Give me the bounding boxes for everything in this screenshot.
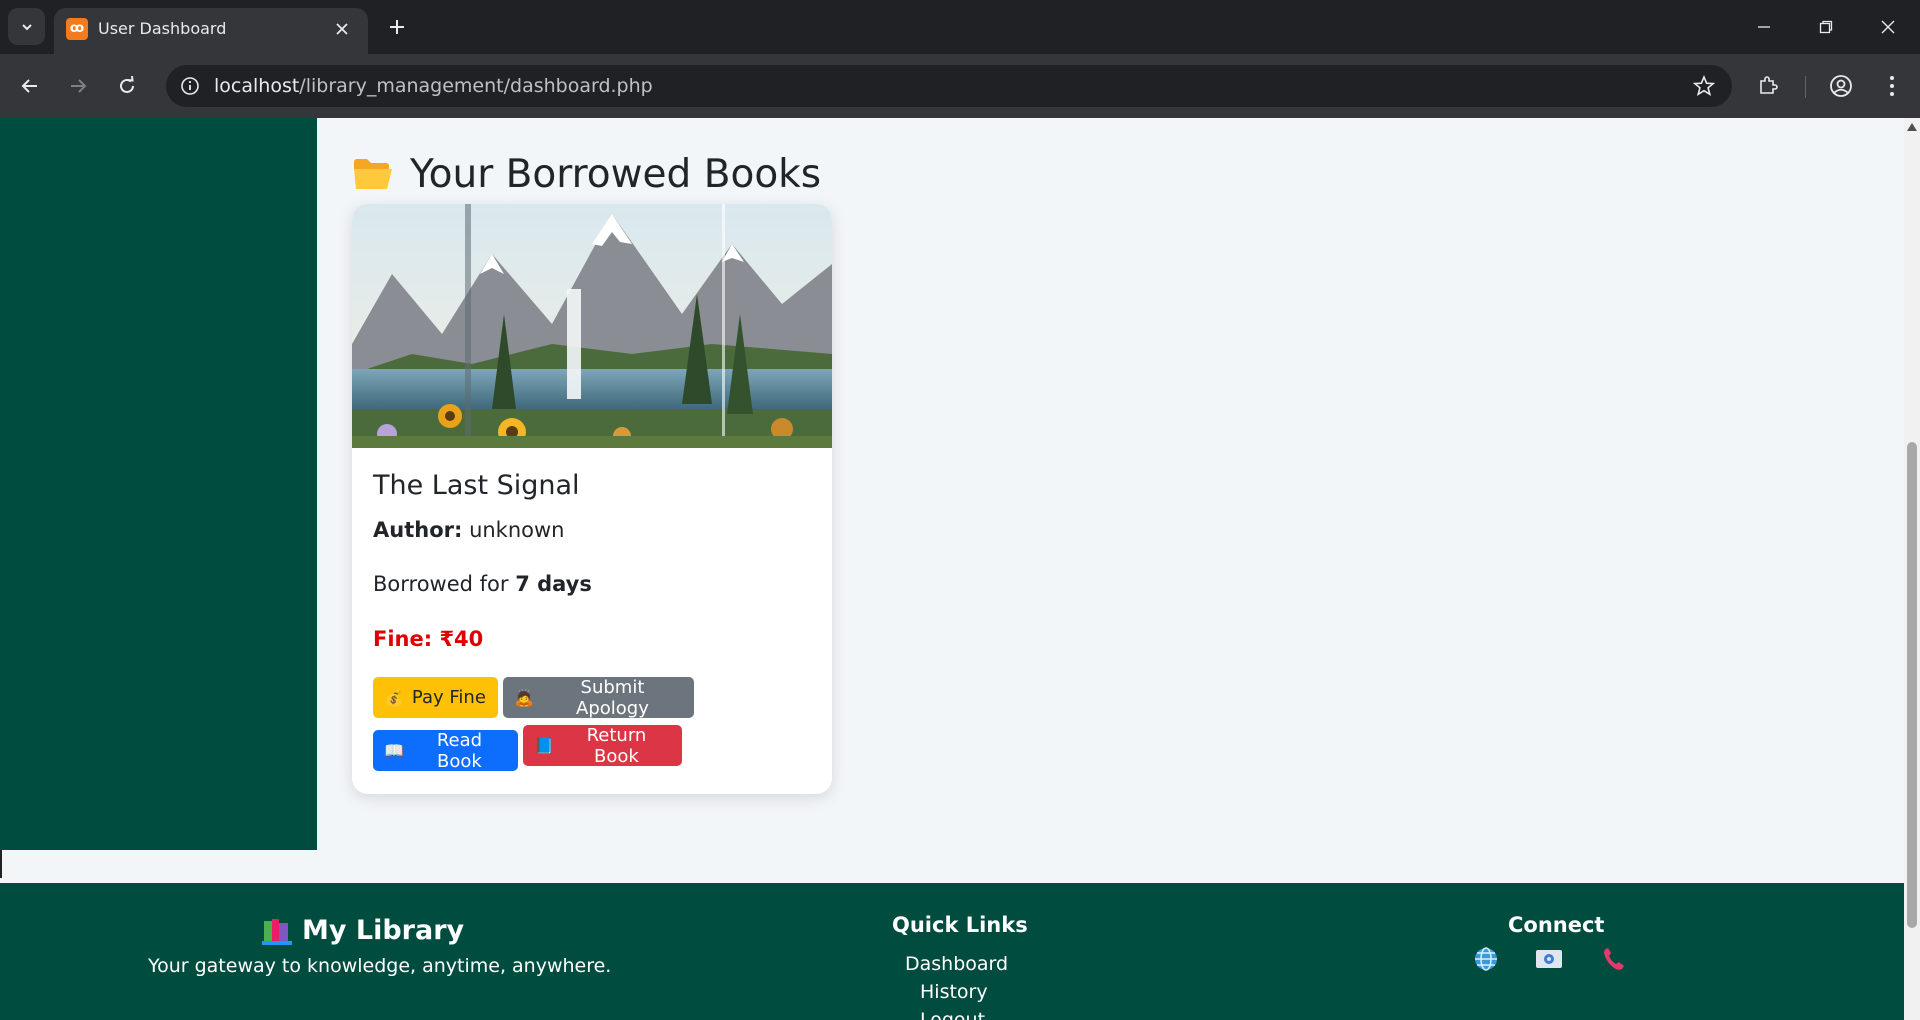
submit-apology-button[interactable]: 🙇 Submit Apology xyxy=(503,676,694,719)
star-icon xyxy=(1693,75,1715,97)
close-icon xyxy=(1881,20,1895,34)
email-icon[interactable] xyxy=(1533,943,1565,975)
pay-fine-label: Pay Fine xyxy=(411,687,486,708)
open-book-icon: 📖 xyxy=(384,741,404,760)
extensions-button[interactable] xyxy=(1752,70,1784,102)
books-icon xyxy=(262,918,292,945)
site-info-icon[interactable] xyxy=(178,74,202,98)
book-title: The Last Signal xyxy=(373,470,580,501)
page-scrollbar[interactable] xyxy=(1904,118,1920,1020)
address-bar[interactable]: localhost/library_management/dashboard.p… xyxy=(166,65,1732,107)
chevron-down-icon xyxy=(21,23,32,30)
toolbar-separator xyxy=(1805,76,1806,98)
borrowed-prefix: Borrowed for xyxy=(373,572,509,596)
xampp-favicon-icon: ꝏ xyxy=(66,18,88,40)
tab-search-button[interactable] xyxy=(8,8,45,45)
restore-icon xyxy=(1819,20,1833,34)
section-heading: Your Borrowed Books xyxy=(352,148,821,200)
sidebar xyxy=(0,118,317,850)
money-bag-icon: 💰 xyxy=(384,688,404,707)
read-book-button[interactable]: 📖 Read Book xyxy=(373,729,518,772)
forward-button[interactable] xyxy=(62,70,94,102)
page-title: Your Borrowed Books xyxy=(410,151,822,197)
borrowed-duration: Borrowed for 7 days xyxy=(373,572,592,596)
footer-tagline: Your gateway to knowledge, anytime, anyw… xyxy=(148,955,612,977)
url-text: localhost/library_management/dashboard.p… xyxy=(214,75,653,97)
restore-button[interactable] xyxy=(1806,10,1846,44)
back-button[interactable] xyxy=(14,70,46,102)
submit-apology-label: Submit Apology xyxy=(576,676,649,719)
footer-brand: My Library xyxy=(262,915,464,946)
pay-fine-button[interactable]: 💰 Pay Fine xyxy=(373,677,498,718)
menu-button[interactable] xyxy=(1876,70,1908,102)
book-cover-image xyxy=(352,204,832,448)
close-window-button[interactable] xyxy=(1868,10,1908,44)
book-icon: 📘 xyxy=(534,736,554,755)
author-label: Author: xyxy=(373,518,463,542)
book-author: Author: unknown xyxy=(373,518,565,542)
return-book-label: Return Book xyxy=(586,724,647,767)
new-tab-button[interactable] xyxy=(382,12,412,42)
close-icon xyxy=(336,23,348,35)
scroll-up-arrow[interactable] xyxy=(1904,120,1920,134)
reload-icon xyxy=(120,76,134,93)
more-vertical-icon xyxy=(1890,76,1894,96)
arrow-right-icon xyxy=(71,79,87,93)
page-viewport: Your Borrowed Books The Last Signal Auth… xyxy=(0,118,1904,1020)
profile-button[interactable] xyxy=(1825,70,1857,102)
browser-tab-active[interactable]: ꝏ User Dashboard xyxy=(54,8,368,54)
footer-link-logout[interactable]: Logout xyxy=(920,1009,985,1020)
borrowed-days: 7 days xyxy=(515,572,592,596)
globe-icon[interactable] xyxy=(1470,943,1502,975)
footer-brand-name: My Library xyxy=(302,915,465,946)
triangle-up-icon xyxy=(1907,123,1917,131)
read-book-label: Read Book xyxy=(436,729,483,772)
account-icon xyxy=(1830,75,1852,97)
reload-button[interactable] xyxy=(111,70,143,102)
minimize-icon xyxy=(1758,26,1770,28)
bookmark-star-button[interactable] xyxy=(1692,74,1716,98)
phone-icon[interactable] xyxy=(1598,943,1630,975)
borrowed-book-card: The Last Signal Author: unknown Borrowed… xyxy=(352,204,832,794)
author-value: unknown xyxy=(469,518,565,542)
puzzle-icon xyxy=(1760,76,1778,94)
browser-tab-bar: ꝏ User Dashboard xyxy=(0,0,1920,54)
arrow-left-icon xyxy=(21,79,37,93)
connect-heading: Connect xyxy=(1508,913,1605,937)
plus-icon xyxy=(390,20,404,34)
person-bowing-icon: 🙇 xyxy=(514,688,534,707)
site-footer: My Library Your gateway to knowledge, an… xyxy=(0,883,1904,1020)
scroll-thumb[interactable] xyxy=(1907,442,1917,928)
minimize-button[interactable] xyxy=(1744,10,1784,44)
tab-title: User Dashboard xyxy=(98,19,227,38)
browser-toolbar: localhost/library_management/dashboard.p… xyxy=(0,54,1920,118)
footer-link-dashboard[interactable]: Dashboard xyxy=(905,953,1008,975)
fine-amount: Fine: ₹40 xyxy=(373,627,484,651)
return-book-button[interactable]: 📘 Return Book xyxy=(523,724,682,767)
quick-links-heading: Quick Links xyxy=(892,913,1028,937)
tab-close-button[interactable] xyxy=(330,17,354,41)
folder-open-icon xyxy=(352,156,394,192)
footer-link-history[interactable]: History xyxy=(920,981,988,1003)
text-caret xyxy=(0,850,2,878)
